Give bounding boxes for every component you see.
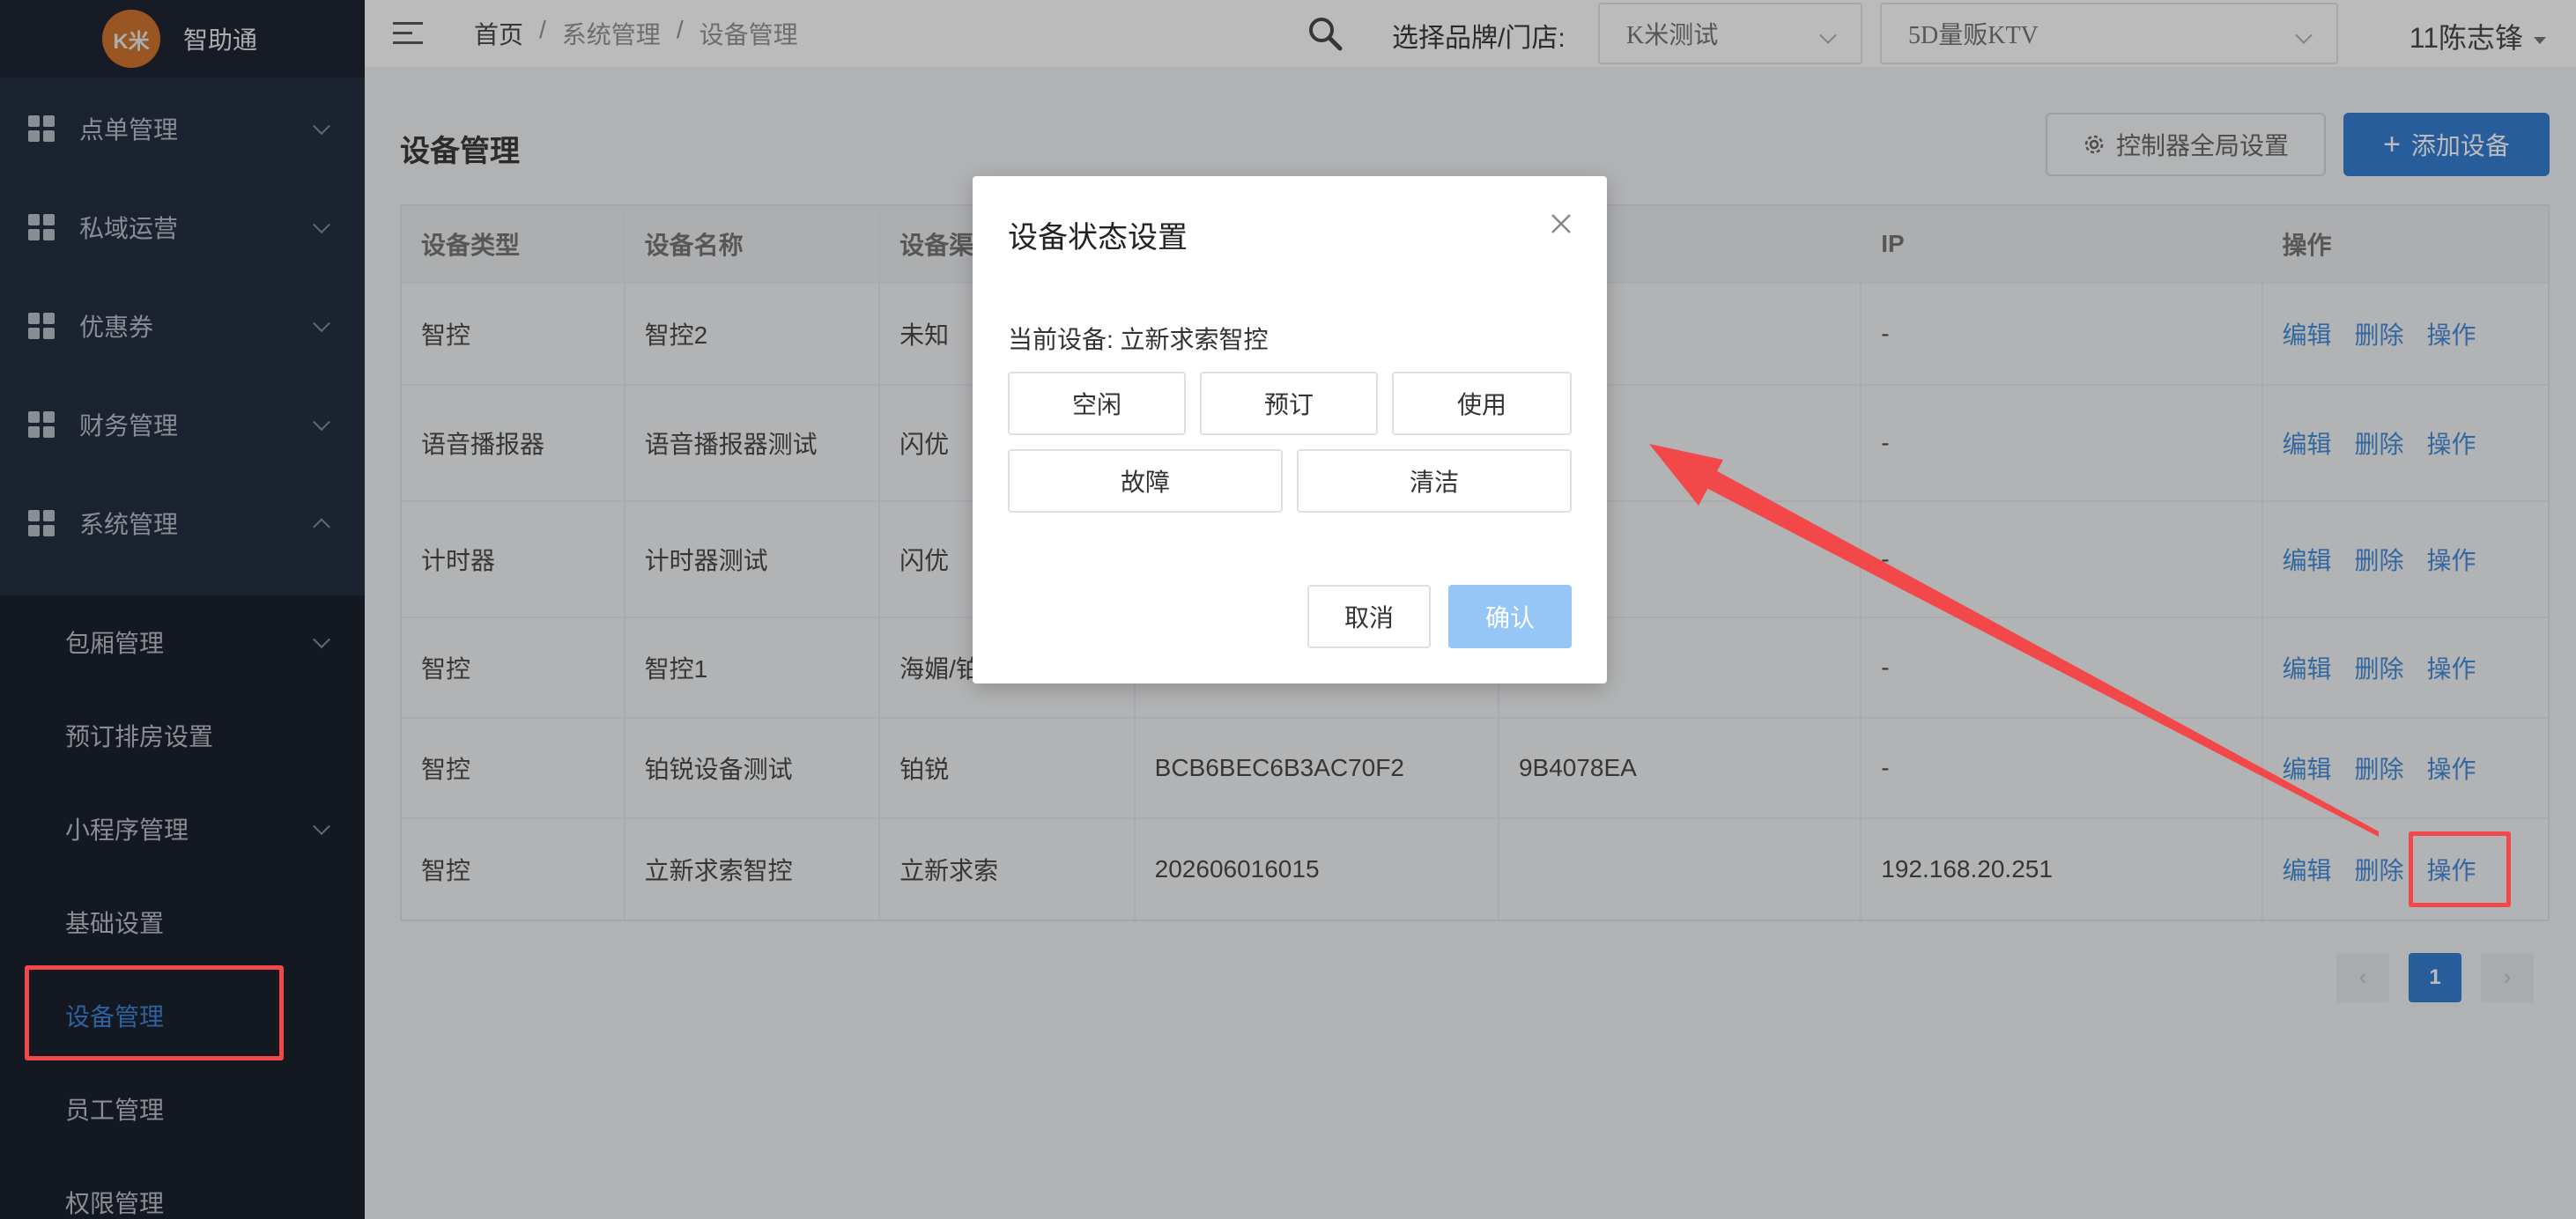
state-idle-button[interactable]: 空闲 bbox=[1008, 372, 1186, 435]
dialog-title: 设备状态设置 bbox=[1008, 221, 1188, 255]
device-status-dialog: 设备状态设置 当前设备: 立新求索智控 空闲 预订 使用 故障 清洁 取消 确认 bbox=[973, 176, 1607, 683]
current-device-label: 当前设备: 立新求索智控 bbox=[1008, 326, 1269, 353]
close-icon[interactable] bbox=[1549, 211, 1573, 236]
annotation-highlight-box bbox=[25, 965, 284, 1060]
state-in-use-button[interactable]: 使用 bbox=[1392, 372, 1572, 435]
annotation-highlight-box bbox=[2409, 831, 2511, 907]
state-fault-button[interactable]: 故障 bbox=[1008, 449, 1283, 513]
state-cleaning-button[interactable]: 清洁 bbox=[1297, 449, 1572, 513]
cancel-button[interactable]: 取消 bbox=[1307, 585, 1431, 648]
state-reserved-button[interactable]: 预订 bbox=[1200, 372, 1378, 435]
modal-backdrop-header bbox=[365, 0, 2576, 67]
confirm-button[interactable]: 确认 bbox=[1448, 585, 1572, 648]
